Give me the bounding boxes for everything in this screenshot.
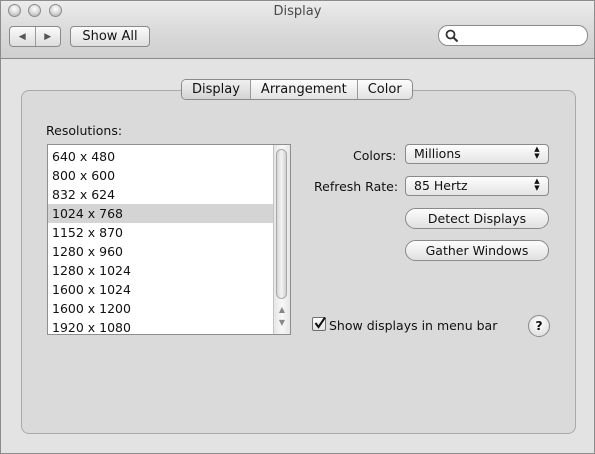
checkmark-icon [314,316,326,329]
show-all-button[interactable]: Show All [70,26,150,47]
back-forward-control: ◀ ▶ [9,26,61,47]
search-icon [445,29,459,43]
resolutions-label: Resolutions: [46,123,123,138]
colors-label: Colors: [353,148,397,163]
window-title: Display [273,4,322,19]
list-item[interactable]: 1600 x 1200 [48,299,274,318]
popup-arrows-icon: ▲ ▼ [534,145,540,160]
detect-displays-button[interactable]: Detect Displays [405,208,549,229]
colors-popup[interactable]: Millions ▲ ▼ [405,144,549,164]
refresh-rate-value: 85 Hertz [414,178,468,193]
list-item[interactable]: 640 x 480 [48,147,274,166]
list-item[interactable]: 1920 x 1080 [48,318,274,334]
show-displays-label[interactable]: Show displays in menu bar [329,318,497,333]
scroll-up-arrow-icon[interactable]: ▲ [277,304,287,316]
vertical-scrollbar[interactable]: ▲ ▼ [273,145,290,334]
list-item-selected[interactable]: 1024 x 768 [48,204,274,223]
gather-windows-button[interactable]: Gather Windows [405,240,549,261]
tab-arrangement[interactable]: Arrangement [251,80,358,99]
back-button[interactable]: ◀ [10,27,36,46]
list-item[interactable]: 1600 x 1024 [48,280,274,299]
list-item[interactable]: 800 x 600 [48,166,274,185]
scroll-down-arrow-icon[interactable]: ▼ [277,317,287,329]
back-arrow-icon: ◀ [18,31,26,42]
scrollbar-thumb[interactable] [276,149,287,299]
tab-color[interactable]: Color [358,80,412,99]
refresh-rate-label: Refresh Rate: [314,179,399,194]
search-field[interactable] [438,25,588,46]
popup-arrows-icon: ▲ ▼ [534,177,540,192]
forward-button[interactable]: ▶ [36,27,61,46]
show-displays-checkbox[interactable] [312,316,326,331]
tab-bar: Display Arrangement Color [181,79,413,100]
list-item[interactable]: 1152 x 870 [48,223,274,242]
list-item[interactable]: 832 x 624 [48,185,274,204]
refresh-rate-popup[interactable]: 85 Hertz ▲ ▼ [405,176,549,196]
preferences-window: Display ◀ ▶ Show All Display Arrangement… [0,0,595,454]
list-item[interactable]: 1280 x 960 [48,242,274,261]
tab-display[interactable]: Display [182,80,251,99]
list-item[interactable]: 1280 x 1024 [48,261,274,280]
help-button[interactable]: ? [528,315,550,337]
title-bar: Display ◀ ▶ Show All [1,1,594,59]
resolutions-list[interactable]: 640 x 480 800 x 600 832 x 624 1024 x 768… [47,144,291,335]
resolutions-rows: 640 x 480 800 x 600 832 x 624 1024 x 768… [48,147,274,334]
colors-value: Millions [414,146,461,161]
forward-arrow-icon: ▶ [44,31,52,42]
